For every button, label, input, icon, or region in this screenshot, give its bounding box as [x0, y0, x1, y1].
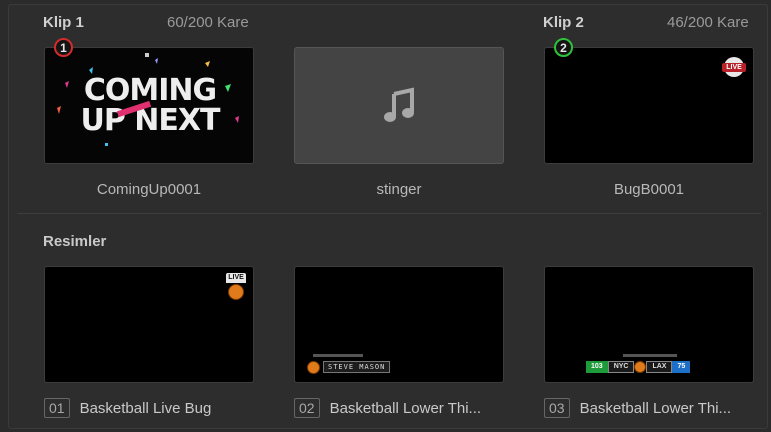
still-caption-1: 01 Basketball Live Bug [44, 398, 211, 418]
score-left: 103 [586, 361, 608, 373]
clip1-name: ComingUp0001 [96, 181, 202, 198]
team-right: LAX [646, 361, 673, 373]
still-thumbnail-1[interactable]: LIVE [44, 266, 254, 383]
clip2-title: Klip 2 [543, 14, 584, 31]
clip2-frame-count: 46/200 Kare [667, 14, 749, 31]
stills-section-title: Resimler [43, 233, 107, 250]
music-note-icon [384, 87, 414, 122]
basketball-icon [634, 361, 647, 373]
live-logo-text: LIVE [226, 273, 246, 283]
live-basketball-logo: LIVE [721, 56, 746, 84]
team-left: NYC [607, 361, 635, 373]
still-index-2: 02 [294, 398, 320, 418]
stinger-name: stinger [376, 181, 422, 198]
still-caption-3: 03 Basketball Lower Thi... [544, 398, 731, 418]
still-name-1: Basketball Live Bug [79, 399, 212, 417]
lower-third-name: STEVE MASON [323, 361, 391, 373]
score-right: 75 [672, 361, 691, 373]
clip2-name: BugB0001 [613, 181, 685, 198]
clip2-thumbnail[interactable]: LIVE [544, 47, 754, 164]
live-logo-text: LIVE [726, 64, 742, 71]
still-index-3: 03 [544, 398, 570, 418]
still-index-1: 01 [44, 398, 70, 418]
still-name-2: Basketball Lower Thi... [329, 399, 482, 417]
clip1-thumbnail[interactable]: COMING UP NEXT [44, 47, 254, 164]
basketball-icon [307, 360, 320, 374]
media-pool-panel: Klip 1 60/200 Kare Klip 2 46/200 Kare CO… [8, 4, 768, 429]
still-thumbnail-2[interactable]: STEVE MASON [294, 266, 504, 383]
still-thumbnail-3[interactable]: 103 NYC LAX 75 [544, 266, 754, 383]
clip2-badge: 2 [554, 38, 573, 57]
lower-third-graphic: STEVE MASON [307, 360, 391, 374]
still-caption-2: 02 Basketball Lower Thi... [294, 398, 481, 418]
basketball-icon [228, 284, 244, 300]
clip1-frame-count: 60/200 Kare [167, 14, 249, 31]
up-next-text: UP NEXT [80, 103, 221, 138]
still-name-3: Basketball Lower Thi... [579, 399, 732, 417]
stinger-thumbnail[interactable] [294, 47, 504, 164]
section-divider [17, 213, 761, 214]
scorebar-top-bar [623, 354, 677, 357]
live-basketball-logo: LIVE [226, 273, 246, 301]
clip1-title: Klip 1 [43, 14, 84, 31]
lower-third-top-bar [313, 354, 363, 357]
clip1-badge: 1 [54, 38, 73, 57]
scorebar-graphic: 103 NYC LAX 75 [586, 361, 691, 373]
